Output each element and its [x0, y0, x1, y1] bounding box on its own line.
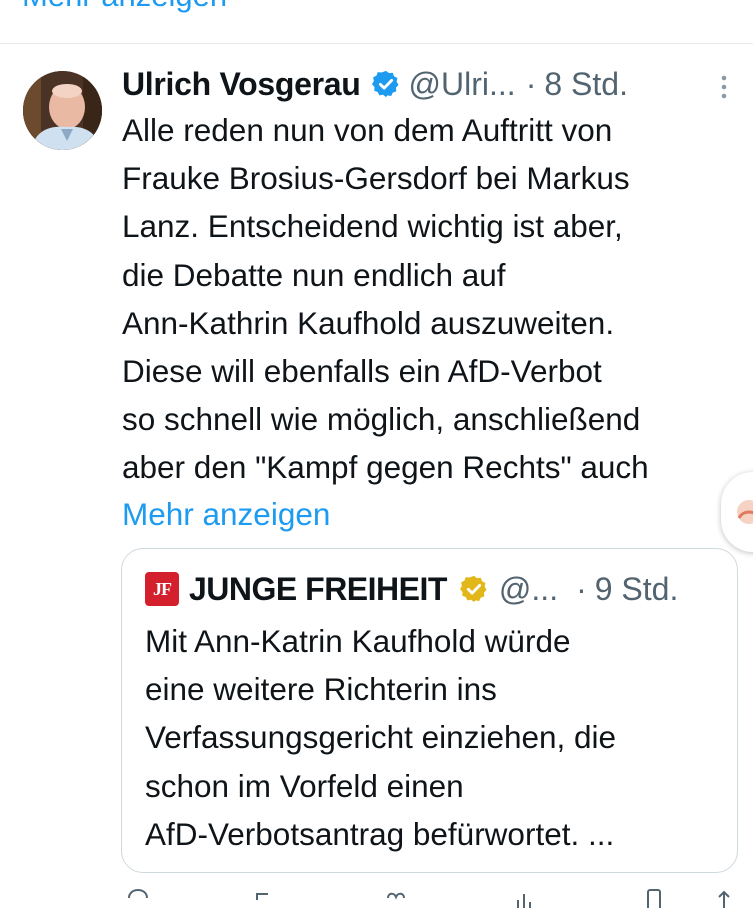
share-icon[interactable]	[712, 888, 736, 908]
gold-verified-badge-icon	[459, 575, 487, 603]
author-handle[interactable]: @Ulri...	[409, 66, 516, 103]
tweet-header: Ulrich Vosgerau @Ulri... · 8 Std.	[122, 62, 628, 106]
quoted-tweet-header: JF JUNGE FREIHEIT @... · 9 Std.	[145, 567, 678, 611]
tweet-text-line: Diese will ebenfalls ein AfD-Verbot	[122, 353, 602, 390]
avatar[interactable]	[23, 71, 102, 150]
avatar-photo	[23, 71, 102, 150]
tweet-text-line: Alle reden nun von dem Auftritt von	[122, 112, 613, 148]
quoted-tweet-card[interactable]: JF JUNGE FREIHEIT @... · 9 Std. Mit Ann-…	[121, 548, 738, 873]
more-options-icon[interactable]	[714, 74, 734, 100]
quoted-author-name[interactable]: JUNGE FREIHEIT	[189, 571, 447, 608]
quoted-text-line: AfD-Verbotsantrag befürwortet. ...	[145, 815, 615, 852]
author-name[interactable]: Ulrich Vosgerau	[122, 66, 361, 103]
quoted-text-line: eine weitere Richterin ins	[145, 671, 497, 708]
quoted-author-avatar[interactable]: JF	[145, 572, 179, 606]
quoted-text-line: schon im Vorfeld einen	[145, 767, 464, 804]
tweet-text: Alle reden nun von dem Auftritt von Frau…	[122, 106, 747, 492]
tweet-text-line: Lanz. Entscheidend wichtig ist aber,	[122, 208, 623, 245]
verified-badge-icon	[371, 70, 399, 98]
tweet-divider	[0, 43, 753, 44]
tweet-text-line: die Debatte nun endlich auf	[122, 256, 506, 293]
reply-icon[interactable]	[126, 888, 150, 908]
quoted-tweet-text: Mit Ann-Katrin Kaufhold würde eine weite…	[145, 617, 725, 858]
jf-logo-text: JF	[153, 578, 172, 599]
tweet-actions	[122, 888, 742, 908]
tweet-text-line: so schnell wie möglich, anschließend	[122, 401, 641, 438]
floating-widget-icon	[737, 500, 753, 524]
views-icon[interactable]	[512, 888, 536, 908]
tweet-text-line: aber den "Kampf gegen Rechts" auch	[122, 449, 649, 486]
quoted-author-handle[interactable]: @...	[499, 571, 558, 608]
tweet-text-line: Ann-Kathrin Kaufhold auszuweiten.	[122, 304, 615, 341]
tweet-timestamp[interactable]: 8 Std.	[544, 66, 628, 103]
previous-tweet-show-more-link[interactable]: Mehr anzeigen	[22, 0, 227, 14]
separator-dot: ·	[525, 65, 537, 102]
show-more-link[interactable]: Mehr anzeigen	[122, 490, 330, 538]
bookmark-icon[interactable]	[642, 888, 666, 908]
quoted-separator-dot: ·	[576, 570, 587, 607]
retweet-icon[interactable]	[252, 888, 276, 908]
quoted-text-line: Verfassungsgericht einziehen, die	[145, 719, 617, 756]
like-icon[interactable]	[384, 888, 408, 908]
quoted-text-line: Mit Ann-Katrin Kaufhold würde	[145, 623, 571, 659]
tweet-text-line: Frauke Brosius-Gersdorf bei Markus	[122, 160, 630, 197]
quoted-tweet-timestamp[interactable]: 9 Std.	[595, 571, 679, 608]
